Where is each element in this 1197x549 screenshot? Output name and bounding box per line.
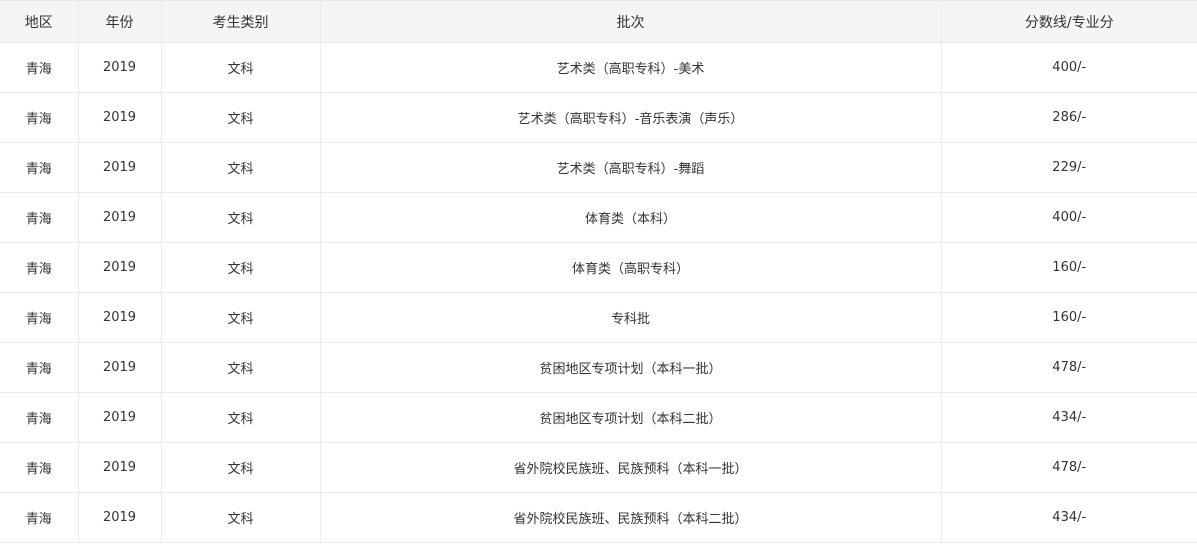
table-header: 地区 年份 考生类别 批次 分数线/专业分 <box>0 0 1197 43</box>
cell-batch: 体育类（本科） <box>320 192 942 243</box>
cell-candidate-type: 文科 <box>161 192 321 243</box>
cell-batch: 贫困地区专项计划（本科一批） <box>320 342 942 393</box>
cell-year: 2019 <box>78 142 162 193</box>
cell-year: 2019 <box>78 92 162 143</box>
cell-year: 2019 <box>78 492 162 543</box>
cell-batch: 体育类（高职专科） <box>320 242 942 293</box>
header-region: 地区 <box>0 0 79 43</box>
cell-region: 青海 <box>0 492 79 543</box>
table-row: 青海 2019 文科 艺术类（高职专科）-音乐表演（声乐） 286/- <box>0 92 1197 143</box>
cell-score: 478/- <box>941 442 1197 493</box>
cell-year: 2019 <box>78 442 162 493</box>
cell-region: 青海 <box>0 42 79 93</box>
table-body: 青海 2019 文科 艺术类（高职专科）-美术 400/- 青海 2019 文科 艺术类（高职专… <box>0 42 1197 543</box>
cell-region: 青海 <box>0 392 79 443</box>
cell-score: 434/- <box>941 492 1197 543</box>
cell-candidate-type: 文科 <box>161 492 321 543</box>
header-candidate-type: 考生类别 <box>161 0 321 43</box>
cell-score: 160/- <box>941 292 1197 343</box>
cell-year: 2019 <box>78 192 162 243</box>
cell-candidate-type: 文科 <box>161 292 321 343</box>
cell-region: 青海 <box>0 292 79 343</box>
cell-candidate-type: 文科 <box>161 392 321 443</box>
cell-year: 2019 <box>78 292 162 343</box>
cell-score: 229/- <box>941 142 1197 193</box>
table-row: 青海 2019 文科 贫困地区专项计划（本科一批） 478/- <box>0 342 1197 393</box>
header-batch: 批次 <box>320 0 942 43</box>
cell-score: 478/- <box>941 342 1197 393</box>
cell-year: 2019 <box>78 392 162 443</box>
cell-region: 青海 <box>0 242 79 293</box>
table-row: 青海 2019 文科 专科批 160/- <box>0 292 1197 343</box>
cell-batch: 艺术类（高职专科）-舞蹈 <box>320 142 942 193</box>
cell-region: 青海 <box>0 192 79 243</box>
table-row: 青海 2019 文科 体育类（本科） 400/- <box>0 192 1197 243</box>
cell-batch: 省外院校民族班、民族预科（本科二批） <box>320 492 942 543</box>
cell-score: 400/- <box>941 42 1197 93</box>
header-score: 分数线/专业分 <box>941 0 1197 43</box>
table-row: 青海 2019 文科 艺术类（高职专科）-美术 400/- <box>0 42 1197 93</box>
table-row: 青海 2019 文科 省外院校民族班、民族预科（本科二批） 434/- <box>0 492 1197 543</box>
score-table: 地区 年份 考生类别 批次 分数线/专业分 青海 2019 文科 艺术类（高职专科）-… <box>0 0 1197 543</box>
cell-region: 青海 <box>0 442 79 493</box>
header-year: 年份 <box>78 0 162 43</box>
cell-batch: 艺术类（高职专科）-音乐表演（声乐） <box>320 92 942 143</box>
cell-score: 400/- <box>941 192 1197 243</box>
cell-year: 2019 <box>78 342 162 393</box>
cell-candidate-type: 文科 <box>161 342 321 393</box>
cell-region: 青海 <box>0 142 79 193</box>
table-row: 青海 2019 文科 体育类（高职专科） 160/- <box>0 242 1197 293</box>
cell-candidate-type: 文科 <box>161 92 321 143</box>
cell-year: 2019 <box>78 42 162 93</box>
cell-year: 2019 <box>78 242 162 293</box>
cell-score: 160/- <box>941 242 1197 293</box>
cell-batch: 专科批 <box>320 292 942 343</box>
cell-score: 286/- <box>941 92 1197 143</box>
cell-batch: 艺术类（高职专科）-美术 <box>320 42 942 93</box>
cell-batch: 省外院校民族班、民族预科（本科一批） <box>320 442 942 493</box>
cell-region: 青海 <box>0 342 79 393</box>
cell-score: 434/- <box>941 392 1197 443</box>
cell-candidate-type: 文科 <box>161 142 321 193</box>
cell-candidate-type: 文科 <box>161 242 321 293</box>
cell-candidate-type: 文科 <box>161 442 321 493</box>
table-row: 青海 2019 文科 省外院校民族班、民族预科（本科一批） 478/- <box>0 442 1197 493</box>
cell-batch: 贫困地区专项计划（本科二批） <box>320 392 942 443</box>
cell-region: 青海 <box>0 92 79 143</box>
cell-candidate-type: 文科 <box>161 42 321 93</box>
header-row: 地区 年份 考生类别 批次 分数线/专业分 <box>0 0 1197 43</box>
table-row: 青海 2019 文科 艺术类（高职专科）-舞蹈 229/- <box>0 142 1197 193</box>
table-row: 青海 2019 文科 贫困地区专项计划（本科二批） 434/- <box>0 392 1197 443</box>
